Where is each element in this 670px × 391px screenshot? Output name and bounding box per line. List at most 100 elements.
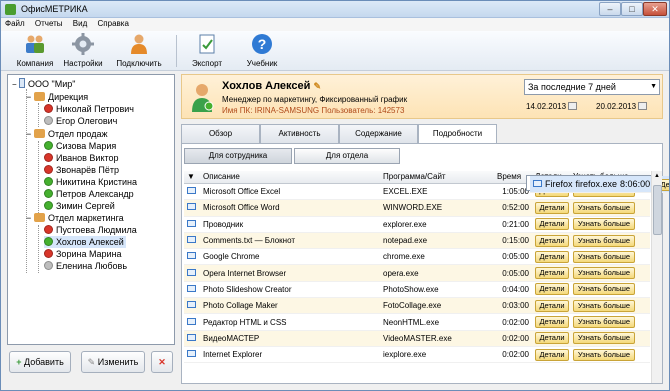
details-button[interactable]: Детали: [535, 267, 569, 280]
tree-user[interactable]: Егор Олегович: [44, 115, 117, 127]
learn-more-button[interactable]: Узнать больше: [573, 201, 635, 214]
col-program[interactable]: Программа/Сайт: [380, 171, 494, 184]
tree-root[interactable]: − ООО "Мир": [12, 78, 75, 90]
for-department-button[interactable]: Для отдела: [294, 148, 400, 164]
learn-more-button[interactable]: Узнать больше: [573, 332, 635, 345]
learn-more-button[interactable]: Узнать больше: [573, 267, 635, 280]
row-program: chrome.exe: [380, 248, 494, 266]
for-employee-button[interactable]: Для сотрудника: [184, 148, 292, 164]
add-button[interactable]: + Добавить: [9, 351, 71, 373]
scroll-thumb[interactable]: [653, 185, 662, 235]
maximize-button[interactable]: □: [621, 2, 643, 16]
table-row[interactable]: Photo Slideshow Creator PhotoShow.exe 0:04…: [184, 281, 650, 299]
plus-icon: +: [16, 357, 22, 367]
row-time: 0:02:00: [494, 313, 532, 331]
table-row[interactable]: Microsoft Office Word WINWORD.EXE 0:52:00 Д…: [184, 199, 650, 217]
table-row[interactable]: Comments.txt — Блокнот notepad.exe 0:15:00…: [184, 232, 650, 250]
details-button[interactable]: Детали: [535, 332, 569, 345]
learn-more-button[interactable]: Узнать больше: [573, 250, 635, 263]
tab-overview[interactable]: Обзор: [181, 124, 260, 143]
tree-user-selected[interactable]: Хохлов Алексей: [44, 236, 126, 248]
row-desc: Проводник: [200, 216, 380, 233]
date-from[interactable]: 14.02.2013: [526, 101, 578, 113]
row-time: 8:06:00: [617, 176, 654, 193]
row-more-cell: Узнать больше: [570, 313, 650, 331]
learn-more-button[interactable]: Узнать больше: [573, 234, 635, 247]
details-button[interactable]: Детали: [535, 316, 569, 329]
row-time: 0:15:00: [494, 232, 532, 250]
details-button[interactable]: Детали: [535, 250, 569, 263]
tree-user[interactable]: Сизова Мария: [44, 140, 116, 152]
minimize-button[interactable]: –: [599, 2, 621, 16]
details-button[interactable]: Детали: [535, 234, 569, 247]
table-row[interactable]: Internet Explorer iexplore.exe 0:02:00 Дета…: [184, 346, 650, 364]
delete-button[interactable]: ✕: [151, 351, 173, 373]
window-icon: [184, 232, 200, 250]
row-more-cell: Узнать больше: [570, 330, 650, 347]
menu-view[interactable]: Вид: [69, 18, 91, 29]
menu-file[interactable]: Файл: [1, 18, 29, 29]
row-desc: Opera Internet Browser: [200, 264, 380, 282]
user-label: Никитина Кристина: [56, 177, 138, 187]
calendar-icon: [568, 102, 578, 110]
tab-content[interactable]: Содержание: [339, 124, 418, 143]
row-more-cell: Узнать больше: [570, 297, 650, 315]
menu-reports[interactable]: Отчеты: [31, 18, 67, 29]
tree-user[interactable]: Петров Александр: [44, 188, 134, 200]
tab-activity[interactable]: Активность: [260, 124, 339, 143]
tree-user[interactable]: Иванов Виктор: [44, 152, 119, 164]
date-to[interactable]: 20.02.2013: [596, 101, 648, 113]
col-desc[interactable]: Описание: [200, 171, 380, 184]
edit-button[interactable]: ✎ Изменить: [81, 351, 145, 373]
status-green-icon: [44, 177, 53, 186]
edit-label: Изменить: [97, 357, 139, 367]
tree-user[interactable]: Николай Петрович: [44, 103, 134, 115]
tree-user[interactable]: Зимин Сергей: [44, 200, 115, 212]
tree-user[interactable]: Зорина Марина: [44, 248, 122, 260]
learn-more-button[interactable]: Узнать больше: [573, 218, 635, 231]
learn-more-button[interactable]: Узнать больше: [573, 283, 635, 296]
details-button[interactable]: Детали: [535, 201, 569, 214]
table-row[interactable]: Google Chrome chrome.exe 0:05:00 Детали Узна…: [184, 248, 650, 266]
learn-more-button[interactable]: Узнать больше: [573, 348, 635, 361]
date-to-value: 20.02.2013: [596, 102, 637, 111]
sort-icon[interactable]: ▼: [184, 171, 200, 184]
table-row[interactable]: Редактор HTML и CSS NeonHTML.exe 0:02:00 Де…: [184, 313, 650, 331]
edit-pencil-icon[interactable]: ✎: [313, 81, 321, 91]
table-row[interactable]: Photo Collage Maker FotoCollage.exe 0:03:0…: [184, 297, 650, 315]
tree-group-sales[interactable]: − Отдел продаж: [26, 128, 108, 140]
details-button[interactable]: Детали: [535, 348, 569, 361]
tree-line: [26, 89, 27, 273]
status-grey-icon: [44, 116, 53, 125]
close-button[interactable]: ✕: [643, 2, 667, 16]
tree-group-marketing[interactable]: − Отдел маркетинга: [26, 212, 124, 224]
row-desc: Comments.txt — Блокнот: [200, 232, 380, 250]
details-button[interactable]: Детали: [535, 283, 569, 296]
tree-user[interactable]: Звонарёв Пётр: [44, 164, 119, 176]
tree-user[interactable]: Пустоева Людмила: [44, 224, 137, 236]
tree-user[interactable]: Еленина Любовь: [44, 260, 127, 272]
connect-button[interactable]: Подключить: [113, 33, 165, 68]
tree-group-direction[interactable]: − Дирекция: [26, 91, 88, 103]
settings-button[interactable]: Настройки: [59, 33, 107, 68]
gear-icon: [72, 33, 94, 55]
table-row[interactable]: Проводник explorer.exe 0:21:00 Детали Узнать…: [184, 216, 650, 233]
table-row[interactable]: ВидеоМАСТЕР VideoMASTER.exe 0:02:00 Детали У…: [184, 330, 650, 347]
learn-more-button[interactable]: Узнать больше: [573, 299, 635, 312]
company-button[interactable]: Компания: [13, 33, 57, 68]
period-select[interactable]: За последние 7 дней ▼: [524, 79, 660, 95]
table-row[interactable]: Opera Internet Browser opera.exe 0:05:00 Де…: [184, 264, 650, 282]
menu-help[interactable]: Справка: [94, 18, 133, 29]
tree-user[interactable]: Никитина Кристина: [44, 176, 137, 188]
table-row[interactable]: Firefoxfirefox.exe8:06:00ДеталиУзнать бо…: [526, 175, 669, 193]
tutorial-button[interactable]: ? Учебник: [241, 33, 283, 68]
tab-details[interactable]: Подробности: [418, 124, 497, 144]
status-green-icon: [44, 237, 53, 246]
details-button[interactable]: Детали: [535, 299, 569, 312]
export-button[interactable]: Экспорт: [187, 33, 227, 68]
vertical-scrollbar[interactable]: ▲: [651, 171, 662, 383]
learn-more-button[interactable]: Узнать больше: [573, 316, 635, 329]
scroll-up-icon[interactable]: ▲: [652, 171, 662, 181]
row-time: 0:03:00: [494, 297, 532, 315]
details-button[interactable]: Детали: [535, 218, 569, 231]
